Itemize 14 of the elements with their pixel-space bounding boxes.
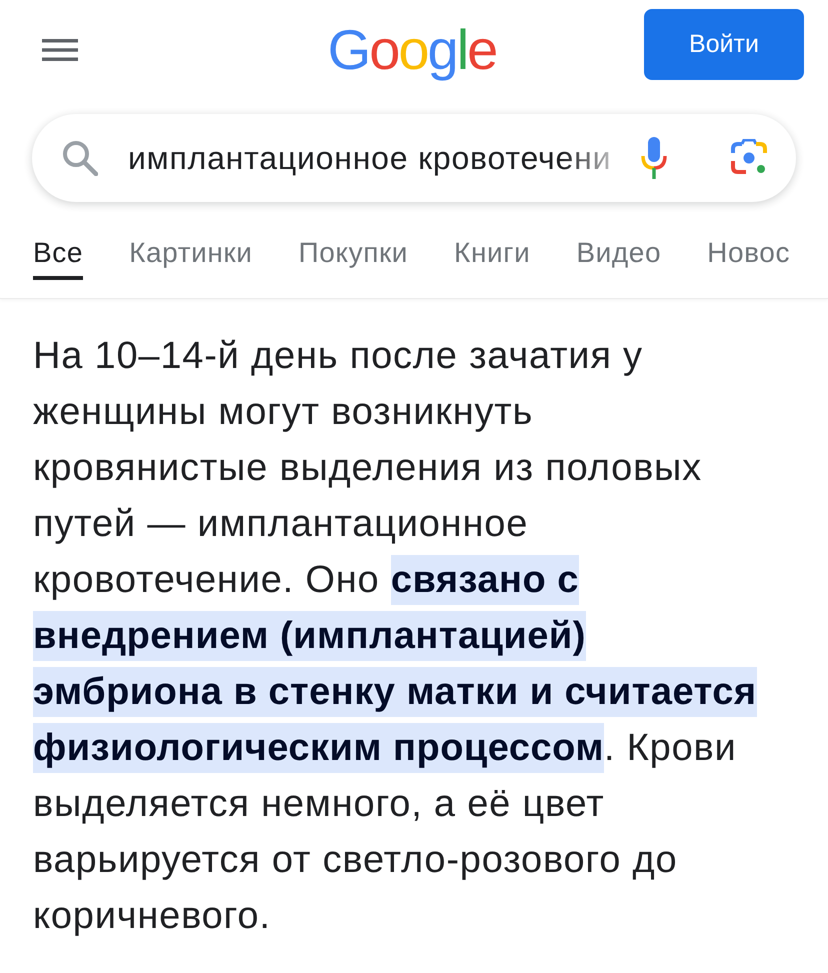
- tab[interactable]: Видео: [576, 202, 662, 280]
- camera-icon[interactable]: [730, 139, 768, 177]
- tab[interactable]: Все: [33, 202, 84, 280]
- tab[interactable]: Покупки: [298, 202, 408, 280]
- tab[interactable]: Новос: [707, 202, 790, 280]
- search-icon[interactable]: [62, 140, 98, 176]
- microphone-icon[interactable]: [640, 137, 668, 179]
- sign-in-button[interactable]: Войти: [644, 8, 804, 80]
- menu-icon[interactable]: [42, 39, 78, 61]
- answer-text: На 10–14-й день после зачатия у женщины могут возникнуть кровянистые выделения из половых путей — имплантационное кровотечение. Оно связано с внедрением (имплантацией) эмбриона в стенку матки и считается физиологическим процессом. Крови выделяется немного, а её цвет варьируется от светло-розового до коричневого.: [32, 334, 758, 939]
- search-input[interactable]: имплантационное кровотечени: [128, 139, 612, 177]
- tab[interactable]: Картинки: [129, 202, 253, 280]
- google-logo[interactable]: Google: [328, 8, 496, 80]
- tab[interactable]: Книги: [454, 202, 530, 280]
